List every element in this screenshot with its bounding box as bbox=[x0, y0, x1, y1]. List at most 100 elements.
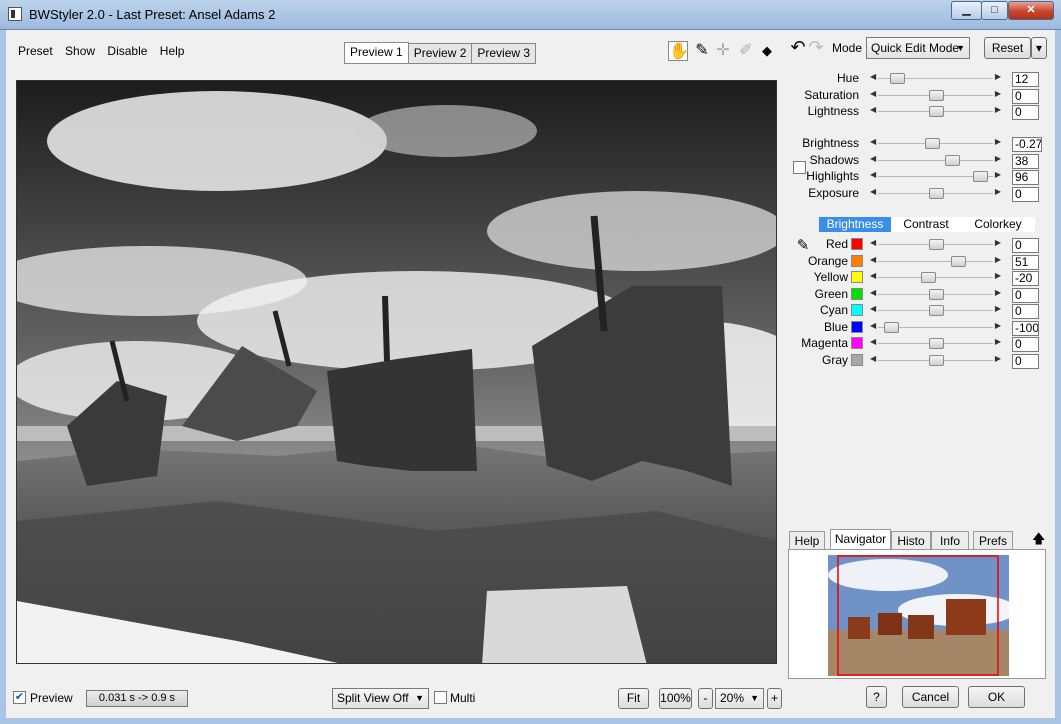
slider-value-field[interactable]: 0 bbox=[1012, 287, 1039, 303]
slider-thumb[interactable] bbox=[928, 338, 944, 349]
reset-dropdown-button[interactable]: ▾ bbox=[1031, 37, 1047, 59]
ok-button[interactable]: OK bbox=[968, 686, 1025, 708]
redo-icon[interactable]: ↷ bbox=[806, 37, 826, 57]
menu-preset[interactable]: Preset bbox=[18, 44, 53, 58]
slider-thumb[interactable] bbox=[972, 171, 988, 182]
close-button[interactable]: ✕ bbox=[1008, 1, 1054, 20]
tab-preview-2[interactable]: Preview 2 bbox=[407, 43, 473, 64]
cancel-button[interactable]: Cancel bbox=[902, 686, 959, 708]
tab-colorkey[interactable]: Colorkey bbox=[961, 217, 1035, 232]
slider-value-field[interactable]: 38 bbox=[1012, 153, 1039, 169]
slider-value-field[interactable]: 0 bbox=[1012, 353, 1039, 369]
slider-value-field[interactable]: 0 bbox=[1012, 88, 1039, 104]
slider-thumb[interactable] bbox=[945, 154, 961, 166]
hand-tool-icon[interactable]: ✋ bbox=[668, 41, 689, 61]
slider-right-arrow-icon[interactable]: ▶ bbox=[995, 154, 1001, 163]
slider-right-arrow-icon[interactable]: ▶ bbox=[995, 170, 1001, 179]
slider-track[interactable]: ◀ ▶ bbox=[870, 321, 1001, 334]
slider-track[interactable]: ◀ ▶ bbox=[870, 89, 1001, 102]
menu-help[interactable]: Help bbox=[160, 44, 185, 58]
tab-histo[interactable]: Histo bbox=[891, 531, 931, 550]
slider-thumb[interactable] bbox=[928, 187, 944, 199]
slider-left-arrow-icon[interactable]: ◀ bbox=[870, 271, 876, 280]
slider-thumb[interactable] bbox=[928, 354, 944, 366]
slider-thumb[interactable] bbox=[928, 288, 944, 300]
slider-right-arrow-icon[interactable]: ▶ bbox=[995, 337, 1001, 346]
slider-value-field[interactable]: 51 bbox=[1012, 254, 1039, 270]
preview-checkbox[interactable]: ✔ bbox=[13, 691, 26, 704]
reset-button[interactable]: Reset bbox=[984, 37, 1031, 59]
slider-thumb[interactable] bbox=[928, 89, 944, 101]
slider-left-arrow-icon[interactable]: ◀ bbox=[870, 238, 876, 247]
slider-right-arrow-icon[interactable]: ▶ bbox=[995, 304, 1001, 313]
slider-left-arrow-icon[interactable]: ◀ bbox=[870, 288, 876, 297]
tab-contrast[interactable]: Contrast bbox=[891, 217, 961, 232]
slider-right-arrow-icon[interactable]: ▶ bbox=[995, 89, 1001, 98]
mode-select[interactable]: Quick Edit Mode ▼ bbox=[866, 37, 970, 59]
slider-left-arrow-icon[interactable]: ◀ bbox=[870, 255, 876, 264]
slider-track[interactable]: ◀ ▶ bbox=[870, 255, 1001, 268]
slider-left-arrow-icon[interactable]: ◀ bbox=[870, 137, 876, 146]
slider-track[interactable]: ◀ ▶ bbox=[870, 271, 1001, 284]
slider-value-field[interactable]: -0.27 bbox=[1012, 137, 1042, 152]
slider-left-arrow-icon[interactable]: ◀ bbox=[870, 304, 876, 313]
slider-value-field[interactable]: 0 bbox=[1012, 238, 1039, 253]
slider-right-arrow-icon[interactable]: ▶ bbox=[995, 238, 1001, 247]
zoom-select[interactable]: 20% ▼ bbox=[715, 688, 764, 709]
slider-track[interactable]: ◀ ▶ bbox=[870, 337, 1001, 350]
tab-navigator[interactable]: Navigator bbox=[830, 529, 891, 550]
brush-tool-icon[interactable]: ✐ bbox=[736, 41, 756, 61]
slider-value-field[interactable]: 12 bbox=[1012, 72, 1039, 87]
preview-image[interactable] bbox=[16, 80, 777, 664]
slider-value-field[interactable]: 96 bbox=[1012, 170, 1039, 185]
help-button[interactable]: ? bbox=[866, 686, 887, 708]
slider-thumb[interactable] bbox=[889, 73, 905, 84]
multi-checkbox[interactable] bbox=[434, 691, 447, 704]
minimize-button[interactable]: ▁ bbox=[951, 1, 982, 20]
slider-value-field[interactable]: 0 bbox=[1012, 304, 1039, 319]
undo-icon[interactable]: ↶ bbox=[788, 37, 808, 57]
slider-value-field[interactable]: -20 bbox=[1012, 271, 1039, 286]
slider-left-arrow-icon[interactable]: ◀ bbox=[870, 105, 876, 114]
navigator-thumbnail[interactable] bbox=[828, 555, 1009, 676]
slider-left-arrow-icon[interactable]: ◀ bbox=[870, 72, 876, 81]
slider-thumb[interactable] bbox=[928, 106, 944, 117]
zoom-100-button[interactable]: 100% bbox=[659, 688, 692, 709]
menu-show[interactable]: Show bbox=[65, 44, 95, 58]
slider-track[interactable]: ◀ ▶ bbox=[870, 187, 1001, 200]
slider-left-arrow-icon[interactable]: ◀ bbox=[870, 354, 876, 363]
menu-disable[interactable]: Disable bbox=[107, 44, 147, 58]
slider-left-arrow-icon[interactable]: ◀ bbox=[870, 170, 876, 179]
slider-left-arrow-icon[interactable]: ◀ bbox=[870, 154, 876, 163]
slider-left-arrow-icon[interactable]: ◀ bbox=[870, 187, 876, 196]
compare-tool-icon[interactable]: ◆ bbox=[757, 41, 777, 61]
slider-value-field[interactable]: 0 bbox=[1012, 337, 1039, 352]
slider-right-arrow-icon[interactable]: ▶ bbox=[995, 255, 1001, 264]
slider-track[interactable]: ◀ ▶ bbox=[870, 304, 1001, 317]
slider-thumb[interactable] bbox=[884, 321, 900, 333]
slider-track[interactable]: ◀ ▶ bbox=[870, 137, 1001, 150]
slider-thumb[interactable] bbox=[920, 272, 936, 283]
slider-track[interactable]: ◀ ▶ bbox=[870, 238, 1001, 251]
tab-info[interactable]: Info bbox=[931, 531, 969, 550]
slider-left-arrow-icon[interactable]: ◀ bbox=[870, 89, 876, 98]
slider-track[interactable]: ◀ ▶ bbox=[870, 288, 1001, 301]
tab-prefs[interactable]: Prefs bbox=[973, 531, 1013, 550]
zoom-out-button[interactable]: - bbox=[698, 688, 713, 709]
slider-value-field[interactable]: 0 bbox=[1012, 105, 1039, 120]
slider-thumb[interactable] bbox=[950, 255, 966, 267]
crosshair-tool-icon[interactable]: ✛ bbox=[713, 41, 733, 61]
zoom-in-button[interactable]: + bbox=[767, 688, 782, 709]
slider-right-arrow-icon[interactable]: ▶ bbox=[995, 187, 1001, 196]
slider-right-arrow-icon[interactable]: ▶ bbox=[995, 321, 1001, 330]
slider-thumb[interactable] bbox=[925, 138, 941, 149]
tab-brightness[interactable]: Brightness bbox=[819, 217, 891, 232]
slider-track[interactable]: ◀ ▶ bbox=[870, 72, 1001, 85]
fit-button[interactable]: Fit bbox=[618, 688, 649, 709]
slider-left-arrow-icon[interactable]: ◀ bbox=[870, 337, 876, 346]
slider-thumb[interactable] bbox=[928, 305, 944, 316]
slider-right-arrow-icon[interactable]: ▶ bbox=[995, 137, 1001, 146]
slider-value-field[interactable]: -100 bbox=[1012, 320, 1039, 336]
tab-help[interactable]: Help bbox=[789, 531, 825, 550]
slider-right-arrow-icon[interactable]: ▶ bbox=[995, 105, 1001, 114]
